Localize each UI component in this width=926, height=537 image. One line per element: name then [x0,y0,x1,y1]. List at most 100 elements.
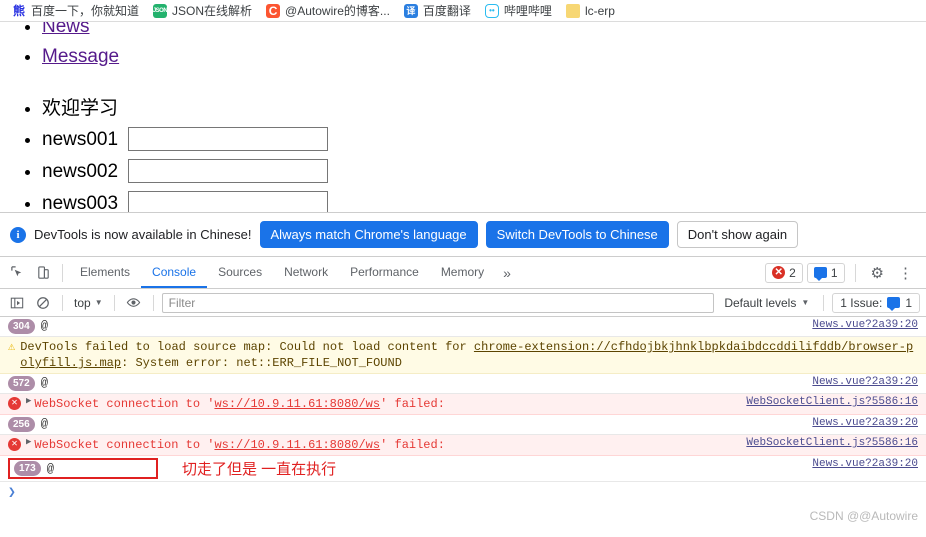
log-levels-selector[interactable]: Default levels ▼ [718,296,815,310]
chevron-down-icon: ▼ [801,298,810,307]
annotation-text: 切走了但是 一直在执行 [182,461,337,478]
bookmark-label: JSON在线解析 [172,3,253,18]
bookmark-label: 百度一下，你就知道 [31,3,140,18]
inspect-element-icon[interactable] [4,260,30,286]
message-text: WebSocket connection to 'ws://10.9.11.61… [34,437,736,453]
tab-memory[interactable]: Memory [430,257,495,288]
error-count-label: 2 [789,265,796,280]
devtools-tabs: Elements Console Sources Network Perform… [69,257,519,288]
console-sidebar-icon[interactable] [6,292,28,314]
repeat-count-badge: 572 [8,376,35,391]
issues-counter[interactable]: 1 Issue: 1 [832,292,920,313]
source-link[interactable]: News.vue?2a39:20 [812,376,918,388]
message-bubble-icon [813,267,827,281]
issue-label: 1 Issue: [840,295,883,310]
console-message-row[interactable]: ✕ ▶ WebSocket connection to 'ws://10.9.1… [0,394,926,415]
csdn-favicon: C [266,3,281,18]
console-message-row[interactable]: 256 @ News.vue?2a39:20 [0,415,926,435]
bookmark-item[interactable]: 熊 百度一下，你就知道 [6,3,145,19]
error-circle-icon: ✕ [8,438,21,451]
tab-elements[interactable]: Elements [69,257,141,288]
source-link[interactable]: News.vue?2a39:20 [812,319,918,331]
console-message-row[interactable]: 173 @ 切走了但是 一直在执行 News.vue?2a39:20 [0,456,926,482]
switch-devtools-to-chinese-button[interactable]: Switch DevTools to Chinese [485,221,669,248]
console-message-row[interactable]: 304 @ News.vue?2a39:20 [0,317,926,337]
json-favicon: JSON [153,3,168,18]
bookmark-item[interactable]: C @Autowire的博客... [260,3,396,19]
tab-sources[interactable]: Sources [207,257,273,288]
error-circle-icon: ✕ [8,397,21,410]
message-text: WebSocket connection to 'ws://10.9.11.61… [34,396,736,412]
message-text-part: ' failed: [380,397,445,411]
page-nav-list: News Message 欢迎学习 news001 news002 [0,22,926,212]
always-match-language-button[interactable]: Always match Chrome's language [259,221,478,248]
toolbar-divider [113,294,115,311]
repeat-count-badge: 256 [8,417,35,432]
message-count-label: 1 [830,265,838,280]
bookmark-label: 百度翻译 [422,3,471,18]
bookmark-item[interactable]: JSON JSON在线解析 [147,3,258,19]
devtools-tabbar: Elements Console Sources Network Perform… [0,257,926,289]
console-filter-input[interactable] [161,292,715,313]
clear-console-icon[interactable] [32,292,54,314]
infobar-message: DevTools is now available in Chinese! [34,227,252,242]
bookmark-item[interactable]: 译 百度翻译 [398,3,477,19]
news001-input[interactable] [128,127,329,151]
levels-label: Default levels [724,295,797,310]
news003-label: news003 [42,192,119,213]
websocket-url-link[interactable]: ws://10.9.11.61:8080/ws [214,438,380,452]
tab-network[interactable]: Network [273,257,339,288]
console-prompt-row[interactable]: ❯ [0,482,926,502]
console-message-list[interactable]: 304 @ News.vue?2a39:20 ⚠ DevTools failed… [0,317,926,537]
source-link[interactable]: News.vue?2a39:20 [812,458,918,470]
baidu-favicon: 熊 [12,3,26,18]
news-link[interactable]: News [42,22,90,37]
context-label: top [74,295,91,310]
source-link[interactable]: News.vue?2a39:20 [812,417,918,429]
live-expression-eye-icon[interactable] [123,292,145,314]
news003-input[interactable] [128,191,329,212]
console-toolbar: top ▼ Default levels ▼ 1 Issue: 1 [0,289,926,317]
dont-show-again-button[interactable]: Don't show again [676,221,799,248]
execution-context-selector[interactable]: top ▼ [71,296,106,310]
bookmark-label: 哔哩哔哩 [503,3,552,18]
expand-arrow-icon[interactable]: ▶ [26,437,31,447]
list-item: news002 [42,159,926,183]
welcome-text: 欢迎学习 [42,98,119,119]
message-link[interactable]: Message [42,46,119,67]
console-message-row[interactable]: 572 @ News.vue?2a39:20 [0,374,926,394]
message-counter[interactable]: 1 [806,262,845,283]
source-link[interactable]: WebSocketClient.js?5586:16 [746,396,918,408]
gear-icon[interactable]: ⚙ [866,264,889,282]
toolbar-divider [62,294,63,311]
tab-console[interactable]: Console [141,257,208,288]
expand-arrow-icon[interactable]: ▶ [26,396,31,406]
folder-icon [565,3,580,18]
news001-label: news001 [42,128,119,150]
tab-performance[interactable]: Performance [339,257,430,288]
bookmarks-bar: 熊 百度一下，你就知道 JSON JSON在线解析 C @Autowire的博客… [0,0,926,22]
websocket-url-link[interactable]: ws://10.9.11.61:8080/ws [214,397,380,411]
kebab-menu-icon[interactable]: ⋮ [893,264,918,282]
more-tabs-icon[interactable]: » [495,257,519,288]
bookmark-folder[interactable]: lc-erp [560,3,621,19]
message-text-part: : System error: net::ERR_FILE_NOT_FOUND [121,356,402,370]
list-spacer [42,76,926,90]
console-message-row[interactable]: ⚠ DevTools failed to load source map: Co… [0,337,926,374]
list-item: news001 [42,127,926,151]
source-link[interactable]: WebSocketClient.js?5586:16 [746,437,918,449]
message-text-part: WebSocket connection to ' [34,397,215,411]
news002-input[interactable] [128,159,329,183]
message-text: @ [46,461,54,476]
device-toolbar-icon[interactable] [30,260,56,286]
page-viewport: News Message 欢迎学习 news001 news002 [0,22,926,212]
warning-triangle-icon: ⚠ [8,340,16,354]
message-text: @ [40,319,48,333]
error-counter[interactable]: ✕ 2 [765,262,803,283]
console-message-row[interactable]: ✕ ▶ WebSocket connection to 'ws://10.9.1… [0,435,926,456]
info-icon: i [10,226,26,243]
message-text: @ [40,376,48,390]
chevron-down-icon: ▼ [94,298,103,307]
bookmark-item[interactable]: •• 哔哩哔哩 [479,3,558,19]
toolbar-divider [823,294,825,311]
